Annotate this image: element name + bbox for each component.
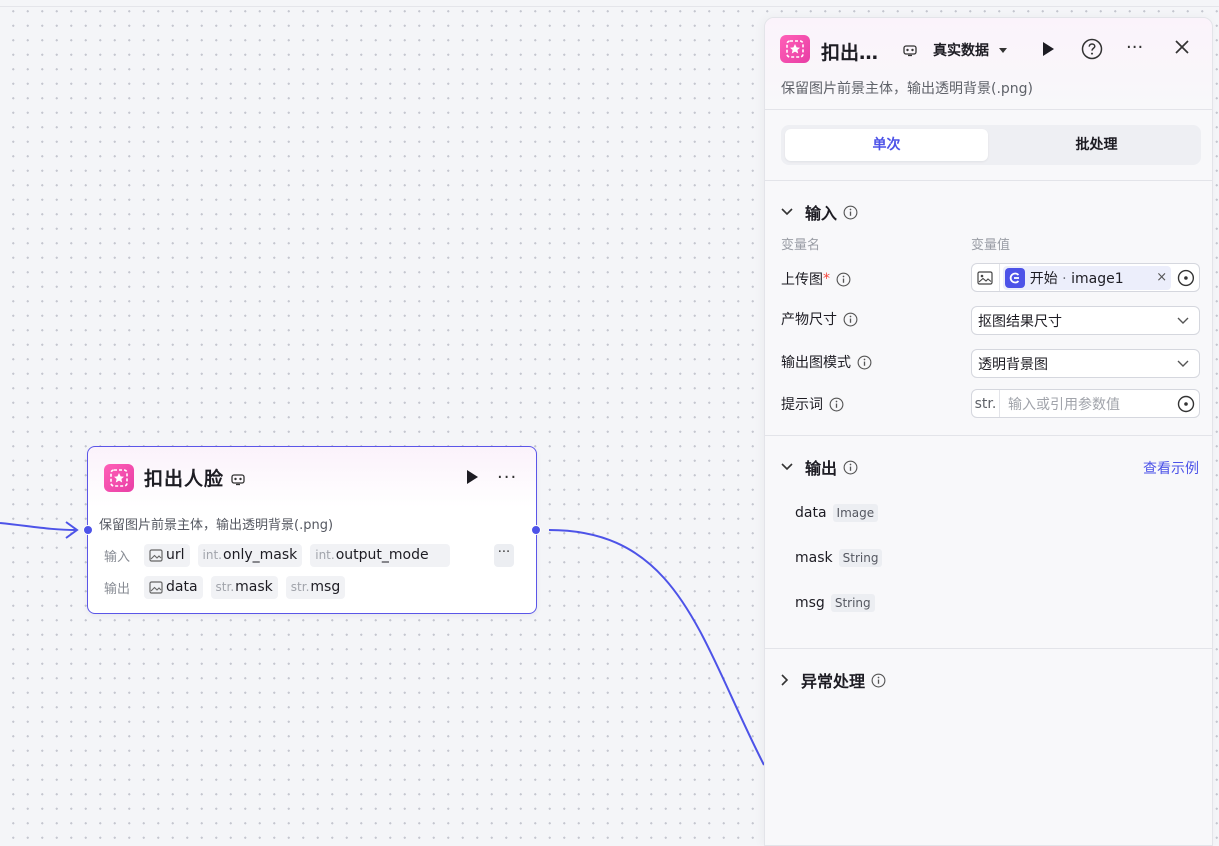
node-run-button[interactable]: [465, 469, 479, 489]
output-item: data Image: [795, 504, 879, 522]
node-description: 保留图片前景主体，输出透明背景(.png): [99, 518, 334, 533]
output-tag-msg: str. msg: [285, 575, 346, 599]
panel-description: 保留图片前景主体，输出透明背景(.png): [781, 81, 1034, 97]
output-tag-data: data: [144, 575, 203, 599]
output-item: mask String: [795, 549, 883, 567]
divider: [765, 435, 1212, 436]
node-input-port[interactable]: [83, 525, 93, 535]
output-tag-mask: str. mask: [210, 575, 278, 599]
divider: [765, 648, 1212, 649]
reference-target-icon[interactable]: [1177, 395, 1195, 413]
chevron-right-icon: [781, 674, 789, 686]
column-header-name: 变量名: [781, 238, 821, 253]
mask-icon: [903, 42, 917, 61]
chevron-down-icon: [781, 208, 793, 216]
image-icon: [972, 264, 1000, 291]
clear-reference-button[interactable]: ×: [1156, 270, 1167, 285]
data-mode-dropdown[interactable]: 真实数据: [933, 40, 1008, 60]
panel-header: 扣出… 真实数据 ··· 保留图片前景主体，输出透明背景(.png): [765, 18, 1212, 110]
field-label-prompt: 提示词: [781, 394, 844, 414]
input-tag-output-mode: int. output_mode: [310, 543, 451, 567]
output-mode-select[interactable]: 透明背景图: [971, 349, 1200, 378]
tab-single[interactable]: 单次: [785, 129, 988, 161]
field-label-output-size: 产物尺寸: [781, 309, 858, 329]
divider: [765, 180, 1212, 181]
info-icon: [843, 312, 858, 326]
output-row-label: 输出: [104, 581, 131, 597]
info-icon: [843, 460, 858, 474]
caret-down-icon: [998, 48, 1007, 53]
close-icon[interactable]: [1173, 38, 1191, 60]
input-section-header[interactable]: 输入: [781, 200, 858, 224]
help-icon[interactable]: [1081, 38, 1103, 64]
exception-section-header[interactable]: 异常处理: [781, 668, 886, 692]
outgoing-edge: [548, 529, 765, 766]
panel-run-button[interactable]: [1041, 41, 1055, 61]
node-title: 扣出人脸: [144, 468, 225, 490]
incoming-edge: [0, 522, 77, 531]
prompt-input[interactable]: str. 输入或引用参数值: [971, 389, 1200, 418]
tab-batch[interactable]: 批处理: [995, 129, 1198, 161]
input-tag-only-mask: int. only_mask: [197, 543, 303, 567]
field-label-output-mode: 输出图模式: [781, 352, 872, 372]
column-header-value: 变量值: [971, 238, 1011, 253]
chevron-down-icon: [1177, 317, 1189, 324]
output-item: msg String: [795, 594, 875, 612]
workflow-node-face-cutout[interactable]: 扣出人脸 ··· 保留图片前景主体，输出透明背景(.png) 输入 url in…: [87, 446, 537, 614]
input-row-label: 输入: [104, 549, 131, 565]
prompt-placeholder: 输入或引用参数值: [1008, 396, 1120, 413]
chevron-down-icon: [781, 463, 793, 471]
panel-more-button[interactable]: ···: [1126, 37, 1143, 58]
upload-image-field[interactable]: 开始 · image1 ×: [971, 263, 1200, 292]
panel-title[interactable]: 扣出…: [821, 38, 878, 65]
output-size-select[interactable]: 抠图结果尺寸: [971, 306, 1200, 335]
type-prefix: str.: [972, 390, 1000, 417]
info-icon: [857, 355, 872, 369]
image-icon: [149, 548, 163, 562]
node-output-row: 输出 data str. mask str. msg: [104, 575, 353, 599]
panel-plugin-icon: [780, 35, 810, 63]
start-node-icon: [1004, 267, 1025, 288]
type-badge: Image: [832, 504, 879, 522]
run-mode-tabs: 单次 批处理: [781, 125, 1201, 165]
node-output-port[interactable]: [531, 525, 541, 535]
info-icon: [843, 205, 858, 219]
field-label-upload-image: 上传图 *: [781, 269, 851, 289]
info-icon: [871, 673, 886, 687]
info-icon: [829, 397, 844, 411]
input-tag-url: url: [144, 543, 190, 567]
node-more-button[interactable]: ···: [497, 467, 517, 488]
variable-reference-chip[interactable]: 开始 · image1 ×: [1002, 265, 1172, 290]
node-config-panel: 扣出… 真实数据 ··· 保留图片前景主体，输出透明背景(.png) 单次 批处…: [764, 17, 1213, 846]
node-plugin-icon: [104, 464, 134, 492]
view-example-link[interactable]: 查看示例: [1143, 458, 1199, 478]
mask-icon: [231, 471, 245, 490]
type-badge: String: [830, 594, 875, 612]
node-input-row: 输入 url int. only_mask int. output_mode: [104, 543, 458, 567]
chevron-down-icon: [1177, 360, 1189, 367]
type-badge: String: [838, 549, 883, 567]
node-inputs-more-button[interactable]: ···: [494, 544, 514, 567]
output-section-header[interactable]: 输出: [781, 455, 858, 479]
reference-target-icon[interactable]: [1177, 269, 1195, 287]
image-icon: [149, 580, 163, 594]
info-icon: [836, 272, 851, 286]
